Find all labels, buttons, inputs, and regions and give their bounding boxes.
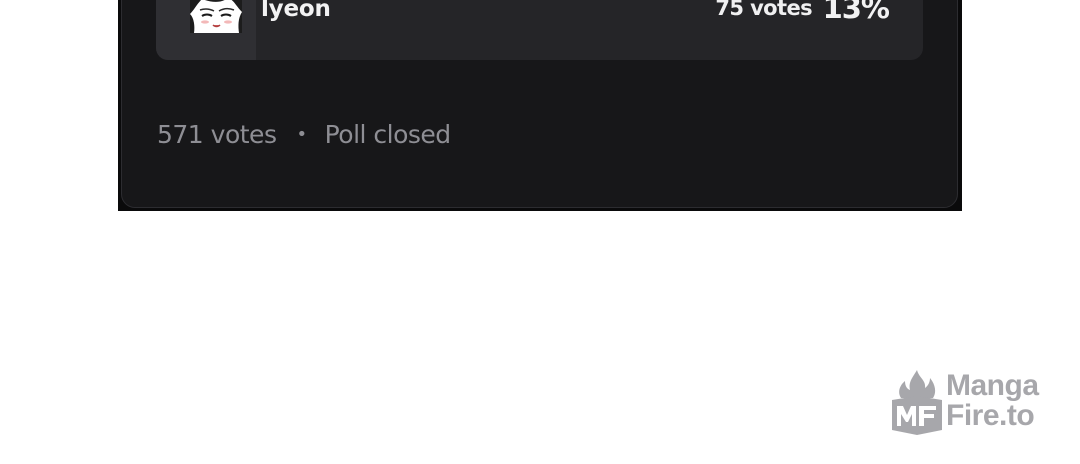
total-votes: 571 votes <box>157 119 277 149</box>
poll-answer-row[interactable]: lyeon 75 votes 13% <box>156 0 923 60</box>
answer-label: lyeon <box>261 0 331 22</box>
answer-media <box>156 0 256 60</box>
poll-footer: 571 votes • Poll closed <box>157 118 451 150</box>
footer-separator: • <box>296 123 307 145</box>
mangafire-logo-icon <box>892 370 942 435</box>
mangafire-watermark: Manga Fire.to <box>888 366 1058 438</box>
answer-percentage: 13% <box>822 0 890 25</box>
watermark-line-2: Fire.to <box>946 399 1035 432</box>
answer-avatar <box>190 0 242 33</box>
poll-status: Poll closed <box>324 119 452 149</box>
anime-face-icon <box>190 0 242 33</box>
page: lyeon 75 votes 13% 571 votes • Poll clos… <box>0 0 1080 464</box>
answer-vote-count: 75 votes <box>715 0 812 20</box>
watermark-line-1: Manga <box>946 369 1039 402</box>
